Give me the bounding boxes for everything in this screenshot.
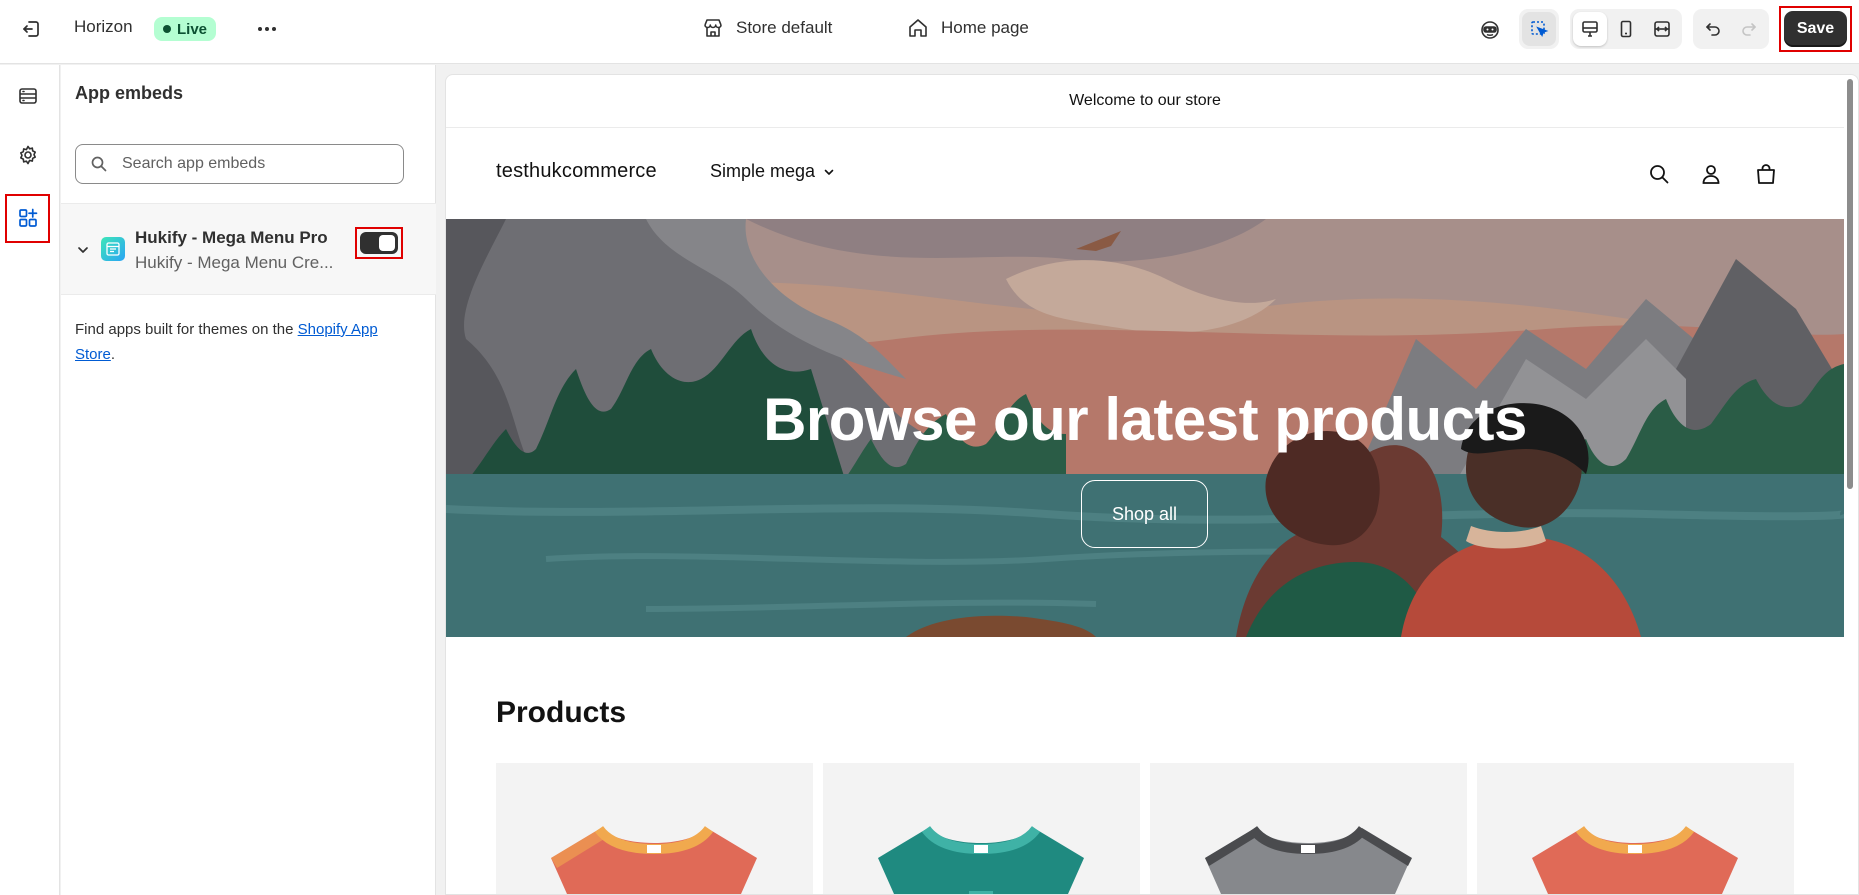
find-apps-suffix: .: [110, 346, 116, 363]
editor-topbar: Horizon Live Store default Home page Sav…: [0, 0, 1859, 64]
mobile-view-button[interactable]: [1609, 12, 1643, 46]
preview-scrollbar[interactable]: [1847, 79, 1853, 489]
theme-name: Horizon: [74, 17, 133, 36]
store-header: testhukcommerce Simple mega: [446, 128, 1844, 219]
app-embeds-button[interactable]: [10, 200, 46, 236]
save-button[interactable]: Save: [1784, 11, 1847, 47]
account-icon[interactable]: [1697, 160, 1725, 188]
full-width-button[interactable]: [1645, 12, 1679, 46]
product-card[interactable]: [496, 763, 813, 894]
app-embed-row[interactable]: Hukify - Mega Menu Pro Hukify - Mega Men…: [61, 203, 436, 295]
store-preview: Welcome to our store testhukcommerce Sim…: [445, 74, 1859, 895]
sidekick-icon[interactable]: [1474, 14, 1506, 46]
inspector-toggle-group: [1519, 9, 1559, 49]
shop-all-button[interactable]: Shop all: [1081, 480, 1208, 548]
editor-rail: [0, 65, 60, 895]
inspector-button[interactable]: [1522, 12, 1556, 46]
products-heading: Products: [496, 696, 627, 729]
live-badge: Live: [154, 17, 217, 41]
tshirt-image: [1205, 825, 1412, 894]
history-group: [1693, 9, 1769, 49]
embed-subtitle: Hukify - Mega Menu Cre...: [135, 253, 334, 272]
template-selector[interactable]: Store default: [702, 17, 832, 39]
viewport-group: [1570, 9, 1682, 49]
search-icon: [91, 156, 107, 172]
chevron-down-icon: [824, 169, 834, 175]
embed-toggle[interactable]: [360, 232, 398, 254]
find-apps-prefix: Find apps built for themes on the: [75, 321, 298, 338]
toggle-knob: [379, 235, 395, 251]
tshirt-image: [878, 825, 1084, 894]
tshirt-image: [551, 825, 757, 894]
select-cursor-icon: [1531, 21, 1549, 37]
live-label: Live: [177, 20, 208, 38]
undo-icon: [1706, 23, 1720, 36]
mobile-icon: [1620, 20, 1632, 38]
search-input[interactable]: [122, 155, 382, 173]
redo-icon: [1742, 23, 1756, 36]
page-selector[interactable]: Home page: [907, 17, 1029, 39]
hukify-app-icon: [101, 237, 125, 261]
live-dot-icon: [163, 25, 171, 33]
nav-label: Simple mega: [710, 161, 816, 181]
find-apps-text: Find apps built for themes on the Shopif…: [75, 317, 415, 367]
panel-title: App embeds: [75, 83, 184, 103]
nav-item-simple-mega[interactable]: Simple mega: [710, 161, 835, 182]
embed-name: Hukify - Mega Menu Pro: [135, 228, 328, 247]
undo-button[interactable]: [1696, 12, 1730, 46]
app-embed-icon: [19, 208, 38, 227]
search-field[interactable]: [75, 144, 404, 184]
redo-button[interactable]: [1732, 12, 1766, 46]
product-card[interactable]: [1150, 763, 1467, 894]
hero-title: Browse our latest products: [763, 386, 1527, 453]
desktop-icon: [1582, 21, 1598, 37]
more-actions-button[interactable]: [250, 14, 284, 44]
theme-settings-button[interactable]: [10, 137, 46, 173]
exit-icon[interactable]: [16, 14, 46, 44]
store-search-icon[interactable]: [1645, 160, 1673, 188]
app-embeds-panel: App embeds Hukify - Mega Menu Pro Hukify…: [61, 65, 436, 895]
sections-button[interactable]: [10, 78, 46, 114]
page-label: Home page: [941, 18, 1029, 37]
cart-icon[interactable]: [1752, 160, 1780, 188]
gear-icon: [20, 145, 36, 165]
expand-icon: [1654, 21, 1670, 37]
store-logo[interactable]: testhukcommerce: [496, 160, 657, 183]
announcement-bar: Welcome to our store: [446, 75, 1844, 128]
toggle-highlight: [355, 227, 403, 259]
store-icon: [704, 19, 722, 37]
save-highlight: Save: [1779, 6, 1852, 52]
sections-icon: [19, 88, 37, 104]
product-card[interactable]: [1477, 763, 1794, 894]
desktop-view-button[interactable]: [1573, 12, 1607, 46]
home-icon: [909, 19, 927, 37]
product-card[interactable]: [823, 763, 1140, 894]
hero-banner: Browse our latest products Shop all: [446, 219, 1844, 637]
tshirt-image: [1532, 825, 1738, 894]
template-label: Store default: [736, 18, 833, 37]
chevron-down-icon[interactable]: [73, 240, 93, 260]
